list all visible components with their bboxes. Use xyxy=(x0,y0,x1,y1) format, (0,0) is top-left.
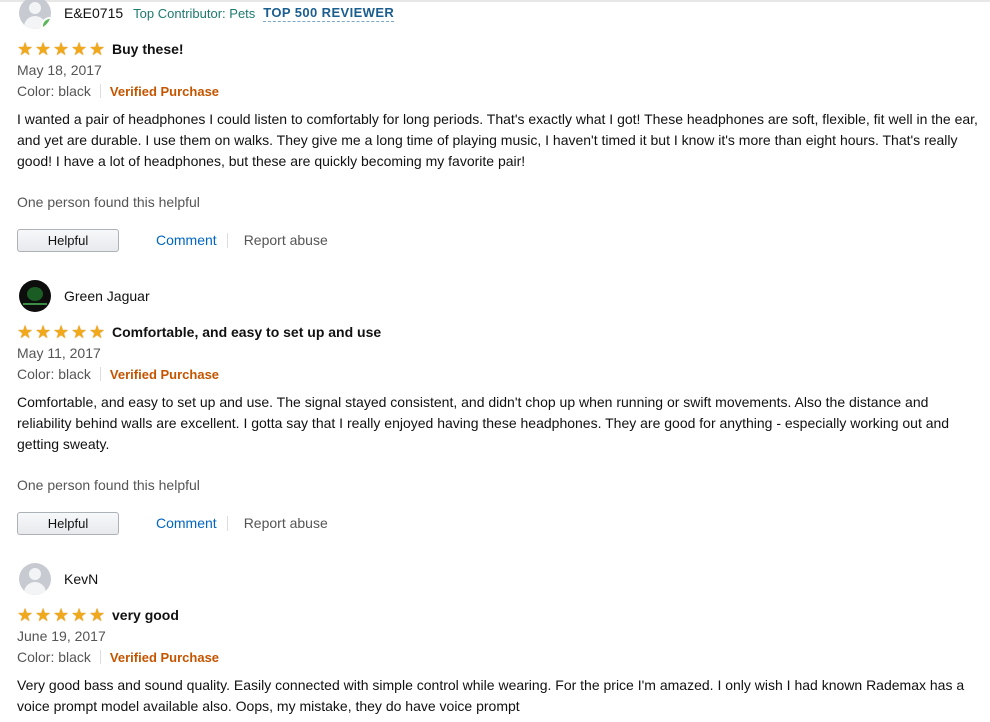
star-icon: ★ xyxy=(35,321,52,342)
star-icon: ★ xyxy=(89,38,106,59)
star-icon: ★ xyxy=(53,38,70,59)
review-title[interactable]: Buy these! xyxy=(112,41,184,57)
star-icon: ★ xyxy=(35,38,52,59)
product-color[interactable]: Color: black xyxy=(17,366,91,382)
reviewer-profile[interactable]: KevN xyxy=(17,563,98,595)
review-date: May 11, 2017 xyxy=(17,345,101,361)
default-avatar-icon: ★ xyxy=(19,0,51,29)
review-date: May 18, 2017 xyxy=(17,62,102,78)
helpful-button[interactable]: Helpful xyxy=(17,228,119,252)
contributor-badge: Top Contributor: Pets xyxy=(133,5,256,21)
star-icon: ★ xyxy=(17,604,34,625)
product-color[interactable]: Color: black xyxy=(17,83,91,99)
review-meta: Color: black Verified Purchase xyxy=(17,83,219,99)
star-icon: ★ xyxy=(17,38,34,59)
custom-avatar-image xyxy=(19,280,51,312)
star-rating[interactable]: ★ ★ ★ ★ ★ xyxy=(17,321,107,342)
reviewer-name[interactable]: Green Jaguar xyxy=(64,288,150,304)
verified-purchase-badge[interactable]: Verified Purchase xyxy=(110,84,219,99)
rating-row: ★ ★ ★ ★ ★ Comfortable, and easy to set u… xyxy=(17,321,381,343)
star-icon: ★ xyxy=(71,321,88,342)
divider xyxy=(99,650,101,664)
star-icon: ★ xyxy=(89,604,106,625)
review-body: Very good bass and sound quality. Easily… xyxy=(17,677,965,714)
rating-row: ★ ★ ★ ★ ★ very good xyxy=(17,604,179,626)
helpful-count: One person found this helpful xyxy=(17,194,200,210)
report-abuse-link[interactable]: Report abuse xyxy=(244,515,328,531)
verified-purchase-badge[interactable]: Verified Purchase xyxy=(110,367,219,382)
star-rating[interactable]: ★ ★ ★ ★ ★ xyxy=(17,38,107,59)
star-icon: ★ xyxy=(35,604,52,625)
comment-link[interactable]: Comment xyxy=(156,232,217,248)
helpful-count: One person found this helpful xyxy=(17,477,200,493)
review-actions: Helpful Comment Report abuse xyxy=(17,511,328,535)
star-icon: ★ xyxy=(53,604,70,625)
reviewer-rank-link[interactable]: TOP 500 REVIEWER xyxy=(263,5,395,22)
star-icon: ★ xyxy=(89,321,106,342)
default-avatar-icon xyxy=(19,563,51,595)
rating-row: ★ ★ ★ ★ ★ Buy these! xyxy=(17,38,184,60)
review-date: June 19, 2017 xyxy=(17,628,106,644)
reviewer-name[interactable]: KevN xyxy=(64,571,98,587)
star-badge-icon: ★ xyxy=(41,17,51,29)
review-meta: Color: black Verified Purchase xyxy=(17,649,219,665)
star-rating[interactable]: ★ ★ ★ ★ ★ xyxy=(17,604,107,625)
reviewer-profile[interactable]: ★ E&E0715 Top Contributor: Pets TOP 500 … xyxy=(17,0,395,29)
star-icon: ★ xyxy=(17,321,34,342)
review-body: Comfortable, and easy to set up and use.… xyxy=(17,394,950,452)
divider xyxy=(99,84,101,98)
divider xyxy=(226,232,228,248)
review-title[interactable]: Comfortable, and easy to set up and use xyxy=(112,324,381,340)
divider xyxy=(226,515,228,531)
report-abuse-link[interactable]: Report abuse xyxy=(244,232,328,248)
comment-link[interactable]: Comment xyxy=(156,515,217,531)
star-icon: ★ xyxy=(53,321,70,342)
star-icon: ★ xyxy=(71,604,88,625)
product-color[interactable]: Color: black xyxy=(17,649,91,665)
review-actions: Helpful Comment Report abuse xyxy=(17,228,328,252)
review-body: I wanted a pair of headphones I could li… xyxy=(17,111,978,169)
verified-purchase-badge[interactable]: Verified Purchase xyxy=(110,650,219,665)
reviewer-profile[interactable]: Green Jaguar xyxy=(17,280,150,312)
review-title[interactable]: very good xyxy=(112,607,179,623)
helpful-button[interactable]: Helpful xyxy=(17,511,119,535)
divider xyxy=(99,367,101,381)
star-icon: ★ xyxy=(71,38,88,59)
reviewer-name[interactable]: E&E0715 xyxy=(64,5,123,21)
review-meta: Color: black Verified Purchase xyxy=(17,366,219,382)
